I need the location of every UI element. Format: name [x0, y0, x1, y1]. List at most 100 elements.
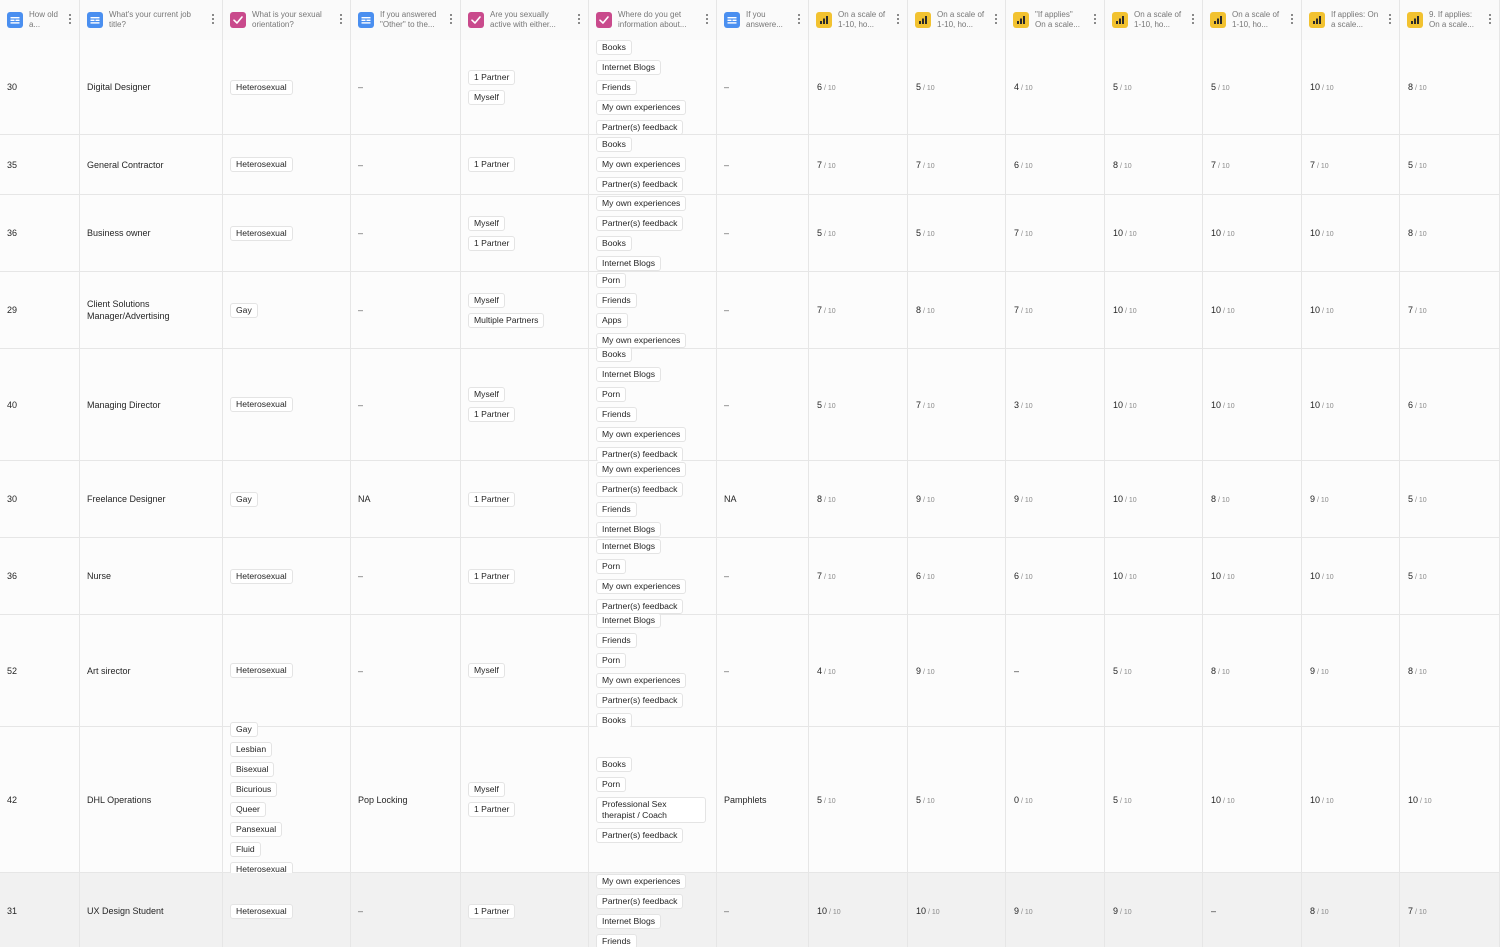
cell-other[interactable]: – — [351, 615, 461, 726]
more-vertical-icon[interactable] — [1486, 13, 1494, 27]
cell-active-with[interactable]: 1 Partner — [461, 873, 589, 947]
cell-job-title[interactable]: Art sirector — [80, 615, 223, 726]
column-header-s2[interactable]: On a scale of 1-10, ho... — [908, 0, 1006, 40]
cell-rating[interactable]: 10 / 10 — [908, 873, 1006, 947]
more-vertical-icon[interactable] — [703, 13, 711, 27]
cell-info-sources[interactable]: Books My own experiences Partner(s) feedba… — [589, 135, 717, 194]
column-header-s7[interactable]: 9. If applies: On a scale... — [1400, 0, 1500, 40]
more-vertical-icon[interactable] — [337, 13, 345, 27]
cell-rating[interactable]: 5 / 10 — [908, 727, 1006, 872]
more-vertical-icon[interactable] — [1091, 13, 1099, 27]
cell-active-with[interactable]: Myself 1 Partner — [461, 195, 589, 271]
cell-rating[interactable]: 7 / 10 — [1006, 195, 1105, 271]
table-row[interactable]: 30 Digital Designer Heterosexual – 1 Partner… — [0, 39, 1500, 135]
cell-if-answered[interactable]: – — [717, 272, 809, 348]
cell-orientation[interactable]: Heterosexual — [223, 873, 351, 947]
cell-job-title[interactable]: UX Design Student — [80, 873, 223, 947]
cell-rating[interactable]: 7 / 10 — [809, 135, 908, 194]
cell-if-answered[interactable]: – — [717, 615, 809, 726]
column-header-age[interactable]: How old a... — [0, 0, 80, 40]
cell-rating[interactable]: 5 / 10 — [1105, 40, 1203, 134]
cell-age[interactable]: 52 — [0, 615, 80, 726]
column-header-other[interactable]: If you answered "Other" to the... — [351, 0, 461, 40]
cell-rating[interactable]: 8 / 10 — [1203, 461, 1302, 537]
cell-active-with[interactable]: 1 Partner — [461, 461, 589, 537]
cell-rating[interactable]: 8 / 10 — [1302, 873, 1400, 947]
cell-age[interactable]: 35 — [0, 135, 80, 194]
cell-rating[interactable]: 5 / 10 — [1105, 615, 1203, 726]
cell-rating[interactable]: 10 / 10 — [1203, 538, 1302, 614]
cell-orientation[interactable]: Heterosexual — [223, 135, 351, 194]
cell-age[interactable]: 42 — [0, 727, 80, 872]
cell-rating[interactable]: 9 / 10 — [908, 461, 1006, 537]
cell-orientation[interactable]: Heterosexual — [223, 40, 351, 134]
column-header-s4[interactable]: On a scale of 1-10, ho... — [1105, 0, 1203, 40]
cell-rating[interactable]: 10 / 10 — [1203, 727, 1302, 872]
table-row[interactable]: 29 Client Solutions Manager/Advertising Ga… — [0, 272, 1500, 349]
cell-rating[interactable]: 7 / 10 — [1400, 873, 1500, 947]
cell-if-answered[interactable]: – — [717, 195, 809, 271]
cell-other[interactable]: – — [351, 195, 461, 271]
table-row[interactable]: 36 Business owner Heterosexual – Myself 1 Par… — [0, 195, 1500, 272]
cell-rating[interactable]: 10 / 10 — [809, 873, 908, 947]
cell-rating[interactable]: 10 / 10 — [1203, 272, 1302, 348]
cell-age[interactable]: 40 — [0, 349, 80, 460]
cell-job-title[interactable]: Nurse — [80, 538, 223, 614]
cell-rating[interactable]: 6 / 10 — [1006, 538, 1105, 614]
cell-rating[interactable]: 10 / 10 — [1203, 349, 1302, 460]
column-header-info[interactable]: Where do you get information about... — [589, 0, 717, 40]
cell-rating[interactable]: 5 / 10 — [1203, 40, 1302, 134]
cell-if-answered[interactable]: – — [717, 538, 809, 614]
cell-info-sources[interactable]: Internet Blogs Friends Porn My own experien… — [589, 613, 717, 728]
cell-if-answered[interactable]: NA — [717, 461, 809, 537]
column-header-s3[interactable]: "If applies" On a scale... — [1006, 0, 1105, 40]
cell-rating[interactable]: 0 / 10 — [1006, 727, 1105, 872]
column-header-s6[interactable]: If applies: On a scale... — [1302, 0, 1400, 40]
cell-rating[interactable]: 7 / 10 — [1302, 135, 1400, 194]
cell-rating[interactable]: 9 / 10 — [1302, 461, 1400, 537]
cell-rating[interactable]: 9 / 10 — [908, 615, 1006, 726]
cell-rating[interactable]: 7 / 10 — [1400, 272, 1500, 348]
cell-rating[interactable]: 7 / 10 — [809, 538, 908, 614]
cell-other[interactable]: – — [351, 538, 461, 614]
cell-rating[interactable]: 7 / 10 — [908, 135, 1006, 194]
cell-rating[interactable]: 5 / 10 — [1105, 727, 1203, 872]
cell-info-sources[interactable]: My own experiences Partner(s) feedback Boo… — [589, 195, 717, 271]
cell-orientation[interactable]: Heterosexual — [223, 195, 351, 271]
column-header-s5[interactable]: On a scale of 1-10, ho... — [1203, 0, 1302, 40]
table-row[interactable]: 31 UX Design Student Heterosexual – 1 Partne… — [0, 873, 1500, 947]
cell-orientation[interactable]: Heterosexual — [223, 538, 351, 614]
cell-if-answered[interactable]: – — [717, 349, 809, 460]
more-vertical-icon[interactable] — [1288, 13, 1296, 27]
cell-rating[interactable]: 5 / 10 — [1400, 135, 1500, 194]
cell-rating[interactable]: 10 / 10 — [1105, 538, 1203, 614]
cell-active-with[interactable]: 1 Partner Myself — [461, 40, 589, 134]
cell-rating[interactable]: 8 / 10 — [1400, 615, 1500, 726]
cell-rating[interactable]: 7 / 10 — [908, 349, 1006, 460]
cell-rating[interactable]: 6 / 10 — [809, 40, 908, 134]
cell-active-with[interactable]: 1 Partner — [461, 538, 589, 614]
cell-age[interactable]: 30 — [0, 461, 80, 537]
cell-rating[interactable]: 5 / 10 — [809, 727, 908, 872]
cell-info-sources[interactable]: Books Internet Blogs Porn Friends My own exp… — [589, 347, 717, 462]
cell-orientation[interactable]: Gay — [223, 461, 351, 537]
more-vertical-icon[interactable] — [1189, 13, 1197, 27]
table-row[interactable]: 35 General Contractor Heterosexual – 1 Partn… — [0, 135, 1500, 195]
more-vertical-icon[interactable] — [894, 13, 902, 27]
cell-info-sources[interactable]: My own experiences Partner(s) feedback Fri… — [589, 461, 717, 537]
column-header-if2[interactable]: If you answere... — [717, 0, 809, 40]
table-row[interactable]: 30 Freelance Designer Gay NA 1 Partner My own… — [0, 461, 1500, 538]
cell-orientation[interactable]: Heterosexual — [223, 349, 351, 460]
cell-rating[interactable]: 5 / 10 — [908, 40, 1006, 134]
cell-rating[interactable]: – — [1006, 615, 1105, 726]
table-row[interactable]: 52 Art sirector Heterosexual – Myself Interne… — [0, 613, 1500, 728]
cell-rating[interactable]: 10 / 10 — [1400, 727, 1500, 872]
cell-rating[interactable]: 8 / 10 — [1105, 135, 1203, 194]
cell-rating[interactable]: 9 / 10 — [1006, 873, 1105, 947]
cell-info-sources[interactable]: My own experiences Partner(s) feedback Int… — [589, 873, 717, 947]
cell-rating[interactable]: 8 / 10 — [908, 272, 1006, 348]
cell-rating[interactable]: 5 / 10 — [809, 349, 908, 460]
cell-age[interactable]: 36 — [0, 538, 80, 614]
cell-job-title[interactable]: DHL Operations — [80, 727, 223, 872]
cell-info-sources[interactable]: Internet Blogs Porn My own experiences Part… — [589, 538, 717, 614]
